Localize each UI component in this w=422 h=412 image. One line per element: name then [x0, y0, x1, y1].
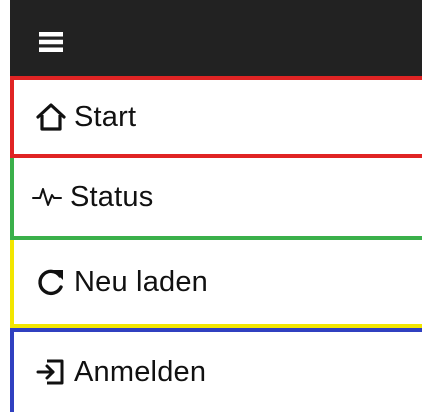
menu-item-login[interactable]: Anmelden — [10, 328, 422, 412]
navigation-menu: Start Status Neu laden Anmelden — [10, 76, 422, 412]
reload-icon — [34, 265, 68, 299]
menu-item-status[interactable]: Status — [10, 158, 422, 240]
hamburger-menu-icon[interactable] — [39, 32, 63, 52]
top-bar — [10, 0, 422, 76]
menu-item-label: Start — [74, 100, 137, 133]
menu-item-start[interactable]: Start — [10, 76, 422, 158]
pulse-icon — [30, 180, 64, 214]
sign-in-icon — [34, 355, 68, 389]
menu-item-label: Anmelden — [74, 355, 207, 388]
menu-item-reload[interactable]: Neu laden — [10, 240, 422, 328]
home-icon — [34, 100, 68, 134]
menu-item-label: Status — [70, 180, 154, 213]
menu-item-label: Neu laden — [74, 265, 209, 298]
